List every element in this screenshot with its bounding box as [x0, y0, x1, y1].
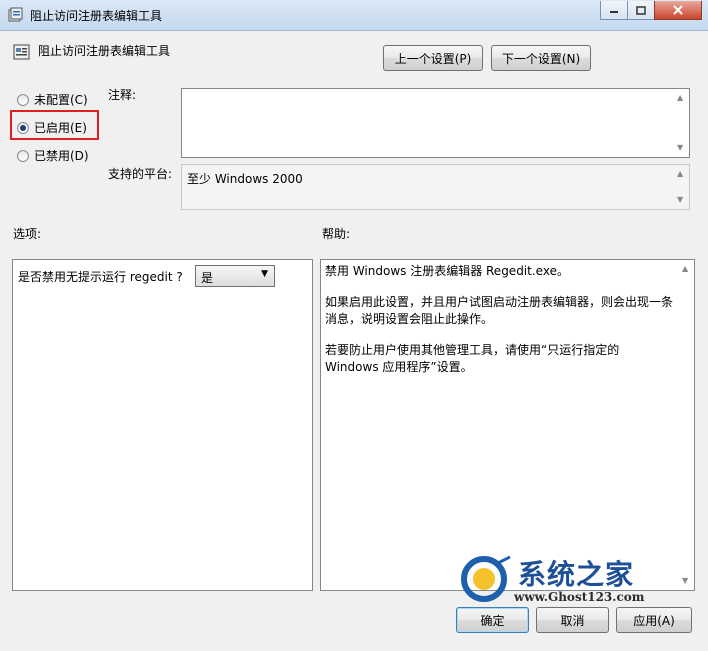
radio-not-configured-circle[interactable]	[17, 93, 29, 106]
platform-label: 支持的平台:	[108, 167, 173, 181]
policy-icon	[8, 7, 23, 22]
prev-setting-button[interactable]: 上一个设置(P)	[383, 45, 483, 71]
regedit-select-value: 是	[201, 271, 214, 285]
regedit-select[interactable]: 是 ▼	[195, 265, 275, 287]
platform-value: 至少 Windows 2000	[187, 172, 303, 186]
apply-button[interactable]: 应用(A)	[616, 607, 692, 633]
cancel-button[interactable]: 取消	[536, 607, 609, 633]
help-paragraph: 若要防止用户使用其他管理工具，请使用“只运行指定的 Windows 应用程序”设…	[325, 343, 620, 374]
help-label: 帮助:	[322, 227, 351, 241]
next-setting-button[interactable]: 下一个设置(N)	[491, 45, 591, 71]
watermark: 系统之家 www.Ghost123.com	[458, 553, 683, 605]
window-title: 阻止访问注册表编辑工具	[30, 9, 163, 23]
scroll-up-icon[interactable]: ▲	[677, 94, 683, 102]
radio-disabled[interactable]: 已禁用(D)	[17, 147, 89, 164]
scroll-down-icon[interactable]: ▼	[677, 196, 683, 204]
options-label: 选项:	[13, 227, 42, 241]
maximize-icon	[636, 5, 646, 15]
ghost-logo-icon	[461, 555, 511, 602]
ok-button[interactable]: 确定	[456, 607, 529, 633]
watermark-brand: 系统之家	[518, 558, 635, 591]
options-question: 是否禁用无提示运行 regedit ?	[18, 270, 183, 284]
minimize-button[interactable]	[600, 1, 628, 20]
radio-not-configured-label: 未配置(C)	[34, 93, 88, 107]
setting-name: 阻止访问注册表编辑工具	[38, 44, 171, 58]
maximize-button[interactable]	[627, 1, 655, 20]
help-scrollbar[interactable]: ▲ ▼	[678, 260, 694, 590]
title-bar: 阻止访问注册表编辑工具	[0, 0, 708, 31]
watermark-url: www.Ghost123.com	[514, 590, 645, 604]
help-paragraph: 禁用 Windows 注册表编辑器 Regedit.exe。	[325, 264, 569, 278]
radio-disabled-circle[interactable]	[17, 149, 29, 162]
options-pane: 是否禁用无提示运行 regedit ? 是 ▼	[12, 259, 313, 591]
radio-disabled-label: 已禁用(D)	[34, 149, 89, 163]
comment-textarea[interactable]: ▲ ▼	[181, 88, 690, 158]
help-text: 禁用 Windows 注册表编辑器 Regedit.exe。 如果启用此设置，并…	[325, 263, 675, 390]
scroll-up-icon[interactable]: ▲	[682, 265, 688, 273]
setting-icon	[13, 44, 30, 60]
scroll-down-icon[interactable]: ▼	[677, 144, 683, 152]
comment-scrollbar[interactable]: ▲ ▼	[673, 89, 689, 157]
platform-box: 至少 Windows 2000 ▲ ▼	[181, 164, 690, 210]
radio-enabled-circle[interactable]	[17, 121, 29, 134]
help-pane: 禁用 Windows 注册表编辑器 Regedit.exe。 如果启用此设置，并…	[320, 259, 695, 591]
chevron-down-icon: ▼	[261, 269, 268, 279]
minimize-icon	[610, 11, 618, 13]
platform-scrollbar[interactable]: ▲ ▼	[673, 165, 689, 209]
close-icon	[673, 5, 683, 15]
radio-enabled[interactable]: 已启用(E)	[17, 119, 87, 136]
radio-not-configured[interactable]: 未配置(C)	[17, 91, 88, 108]
help-paragraph: 如果启用此设置，并且用户试图启动注册表编辑器，则会出现一条消息，说明设置会阻止此…	[325, 295, 674, 326]
radio-enabled-label: 已启用(E)	[34, 121, 87, 135]
scroll-up-icon[interactable]: ▲	[677, 170, 683, 178]
comment-label: 注释:	[108, 88, 137, 102]
close-button[interactable]	[654, 1, 702, 20]
